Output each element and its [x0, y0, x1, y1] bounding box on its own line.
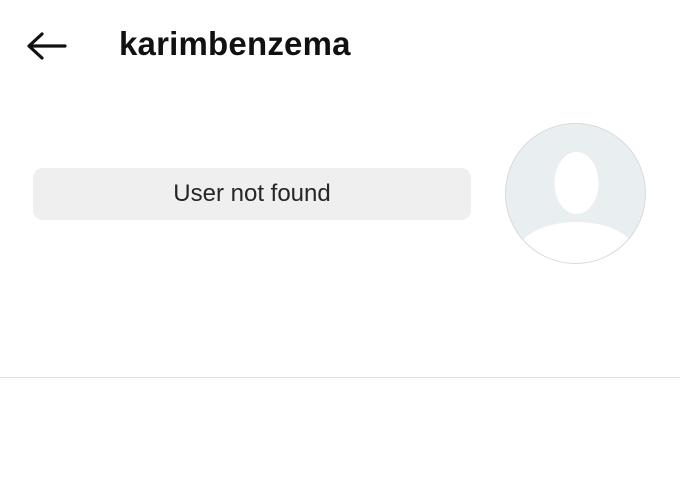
arrow-left-icon — [27, 32, 67, 60]
avatar — [505, 123, 646, 264]
username-title: karimbenzema — [119, 25, 351, 62]
top-bar: karimbenzema — [0, 0, 680, 92]
section-divider — [0, 377, 680, 378]
back-button[interactable] — [22, 24, 70, 68]
user-not-found-message: User not found — [33, 168, 471, 220]
status-text: User not found — [173, 180, 331, 207]
default-avatar-icon — [506, 124, 645, 263]
profile-screen: karimbenzema User not found — [0, 0, 680, 484]
